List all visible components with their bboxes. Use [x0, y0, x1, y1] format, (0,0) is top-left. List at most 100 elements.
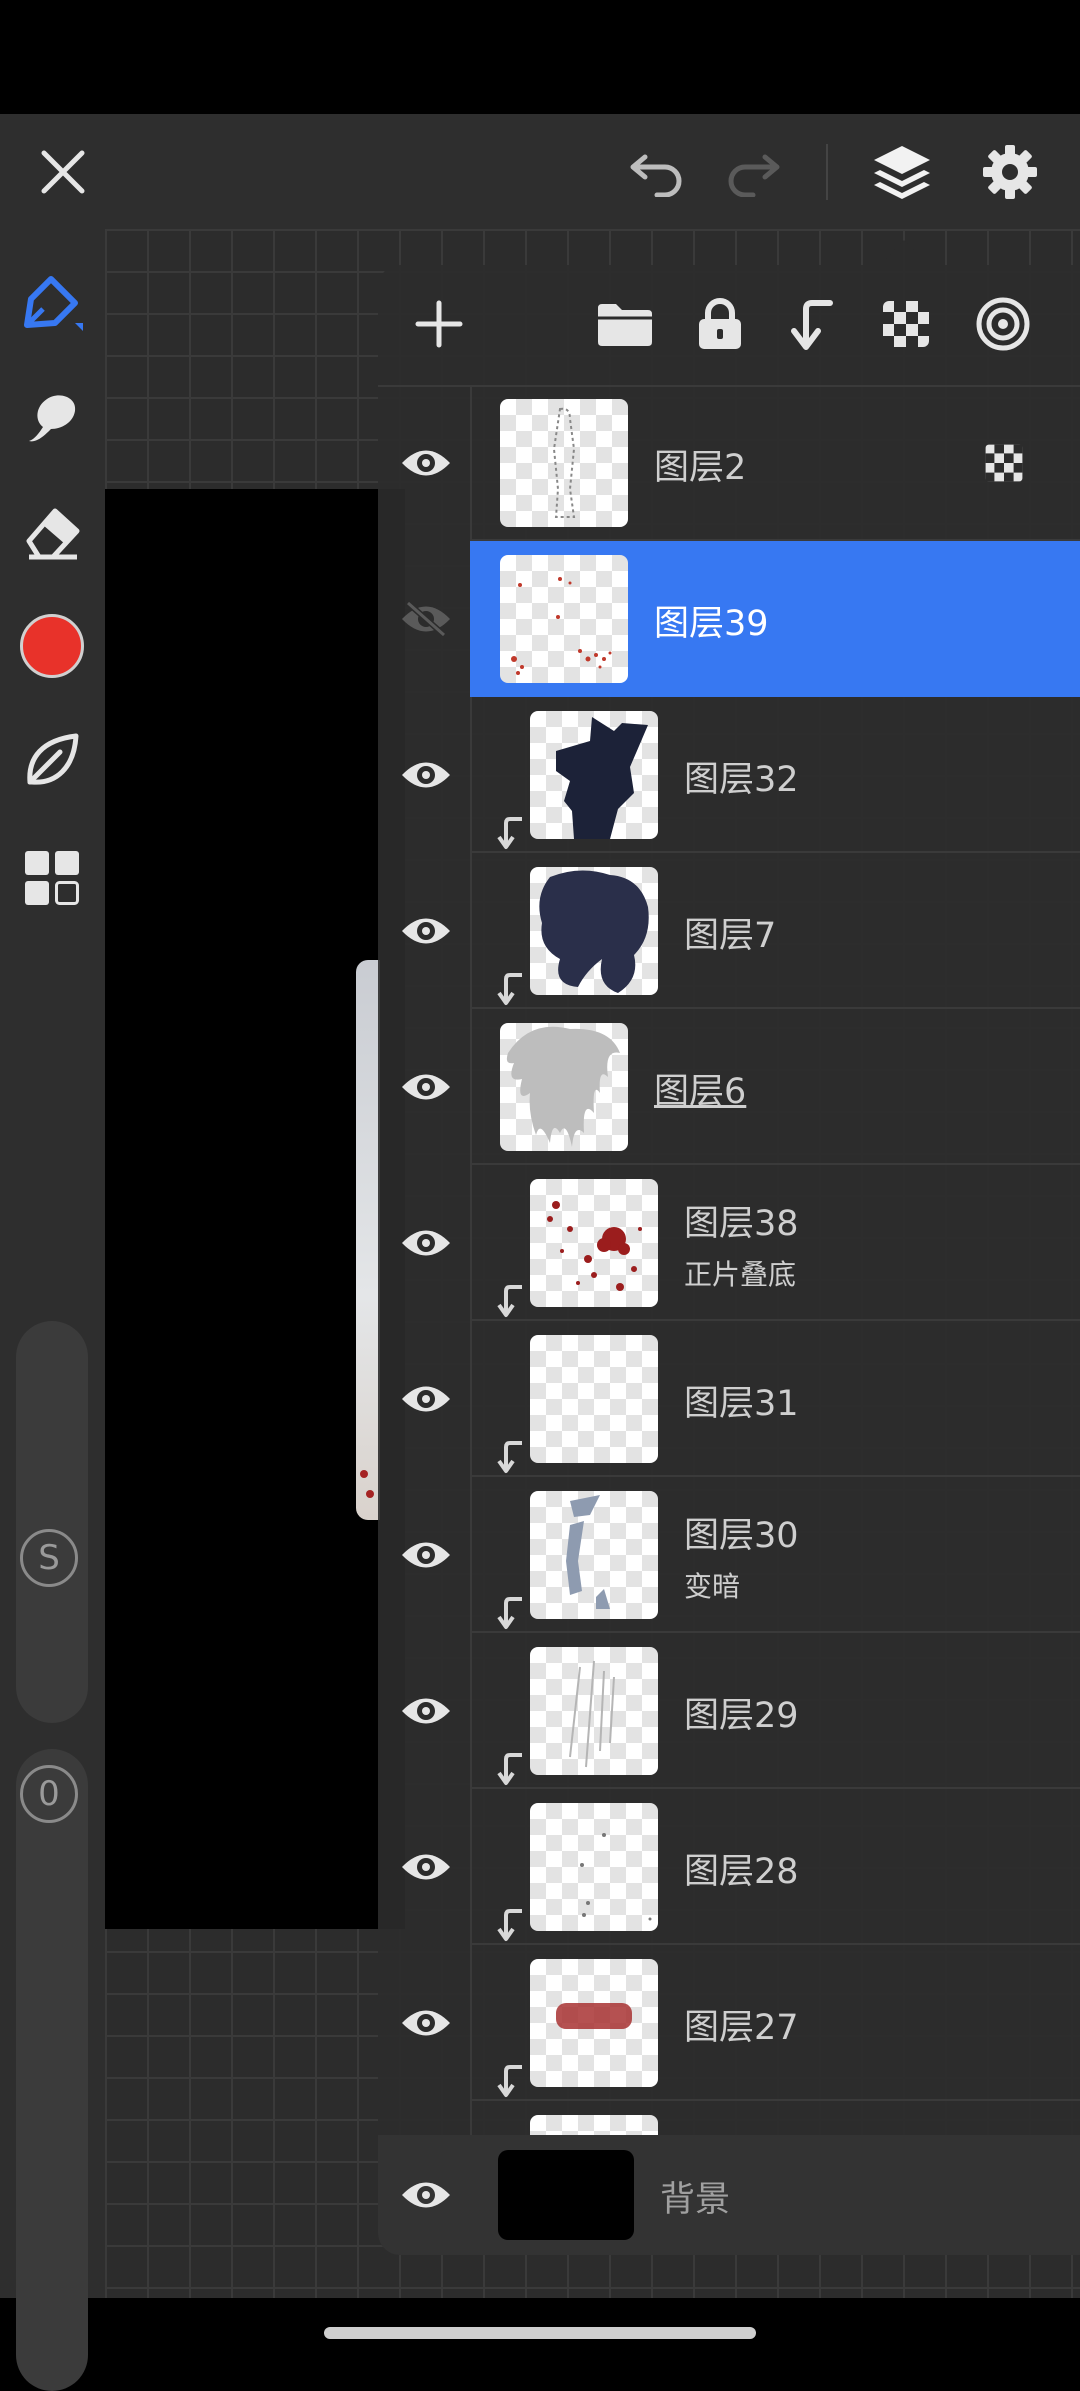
- layer-thumbnail-art: [556, 2003, 632, 2029]
- visibility-toggle[interactable]: [396, 903, 456, 959]
- close-button[interactable]: [20, 114, 106, 229]
- layer-row-partial[interactable]: [378, 2101, 1080, 2135]
- layer-row[interactable]: 图层30 变暗: [378, 1477, 1080, 1633]
- layer-row-body[interactable]: 图层38 正片叠底: [470, 1165, 1080, 1321]
- layer-thumbnail[interactable]: [530, 1335, 658, 1463]
- eye-icon: [402, 1074, 450, 1100]
- visibility-column: [378, 853, 472, 1009]
- layer-row-body[interactable]: [470, 2101, 1080, 2135]
- layer-thumbnail-art: [569, 1660, 615, 1768]
- layer-row[interactable]: 图层7: [378, 853, 1080, 1009]
- clip-indicator-icon: [497, 1909, 522, 1941]
- layers-icon: [874, 145, 930, 199]
- layer-row[interactable]: 图层38 正片叠底: [378, 1165, 1080, 1321]
- brush-tool-button[interactable]: [13, 265, 91, 343]
- visibility-toggle[interactable]: [396, 1839, 456, 1895]
- visibility-column: [378, 541, 472, 697]
- settings-button[interactable]: [970, 114, 1050, 229]
- lock-layer-button[interactable]: [685, 289, 755, 359]
- lock-icon: [699, 298, 741, 349]
- visibility-toggle[interactable]: [396, 591, 456, 647]
- undo-button[interactable]: [620, 114, 694, 229]
- eye-icon: [402, 1542, 450, 1568]
- layer-row[interactable]: 图层27: [378, 1945, 1080, 2101]
- eye-icon: [402, 450, 450, 476]
- leaf-tool-button[interactable]: [13, 721, 91, 799]
- smudge-tool-button[interactable]: [13, 379, 91, 457]
- close-icon: [41, 150, 85, 193]
- gallery-tool-button[interactable]: [13, 839, 91, 917]
- layer-name: 图层27: [684, 2008, 799, 2048]
- visibility-toggle[interactable]: [396, 2167, 456, 2223]
- layer-row[interactable]: 图层6: [378, 1009, 1080, 1165]
- visibility-column: [378, 385, 472, 541]
- undo-icon: [630, 154, 682, 197]
- layer-thumbnail-art: [552, 407, 576, 518]
- visibility-toggle[interactable]: [396, 1683, 456, 1739]
- alpha-lock-button[interactable]: [871, 289, 941, 359]
- layer-row[interactable]: 图层39: [378, 541, 1080, 697]
- visibility-toggle[interactable]: [396, 1215, 456, 1271]
- layer-row-body[interactable]: 图层28: [470, 1789, 1080, 1945]
- layer-row-body[interactable]: 图层6: [470, 1009, 1080, 1165]
- layer-row[interactable]: 图层31: [378, 1321, 1080, 1477]
- layer-name: 图层2: [654, 448, 747, 488]
- layer-row[interactable]: 图层32: [378, 697, 1080, 853]
- background-layer-row[interactable]: 背景: [378, 2135, 1080, 2255]
- clipping-mask-button[interactable]: [778, 289, 848, 359]
- layer-thumbnail[interactable]: [530, 1491, 658, 1619]
- layers-panel: 图层2 图层39 图层32 图层7 图层6 图层38 正片叠底 图层31 图层30 变暗 图层29 图…: [378, 265, 1080, 2255]
- layer-row[interactable]: 图层28: [378, 1789, 1080, 1945]
- layer-row[interactable]: 图层29: [378, 1633, 1080, 1789]
- layer-thumbnail[interactable]: [500, 399, 628, 527]
- layer-row-body[interactable]: 图层30 变暗: [470, 1477, 1080, 1633]
- layer-thumbnail[interactable]: [500, 1023, 628, 1151]
- visibility-column: [378, 1009, 472, 1165]
- layer-thumbnail[interactable]: [530, 867, 658, 995]
- brush-size-badge: S: [20, 1529, 78, 1587]
- new-group-button[interactable]: [590, 289, 660, 359]
- layers-list[interactable]: 图层2 图层39 图层32 图层7 图层6 图层38 正片叠底 图层31 图层30 变暗 图层29 图…: [378, 385, 1080, 2135]
- background-color-swatch[interactable]: [498, 2150, 634, 2240]
- brush-size-slider[interactable]: [16, 1321, 88, 1723]
- layer-name: 图层6: [654, 1072, 747, 1112]
- layers-button[interactable]: [862, 114, 942, 229]
- eye-icon: [402, 762, 450, 788]
- visibility-column: [378, 1789, 472, 1945]
- layer-row-body[interactable]: 图层32: [470, 697, 1080, 853]
- visibility-toggle[interactable]: [396, 1995, 456, 2051]
- layer-thumbnail[interactable]: [530, 1803, 658, 1931]
- visibility-toggle[interactable]: [396, 1371, 456, 1427]
- visibility-toggle[interactable]: [396, 1527, 456, 1583]
- clip-indicator-icon: [497, 1597, 522, 1629]
- layer-thumbnail[interactable]: [530, 1179, 658, 1307]
- layer-row-body[interactable]: 图层7: [470, 853, 1080, 1009]
- color-button[interactable]: [13, 607, 91, 685]
- home-indicator[interactable]: [324, 2327, 756, 2339]
- redo-button[interactable]: [716, 114, 790, 229]
- layer-thumbnail[interactable]: [500, 555, 628, 683]
- brush-opacity-slider[interactable]: [16, 1749, 88, 2391]
- layer-thumbnail[interactable]: [530, 711, 658, 839]
- folder-icon: [598, 304, 652, 346]
- add-layer-button[interactable]: [404, 289, 474, 359]
- layer-thumbnail[interactable]: [530, 2115, 658, 2135]
- visibility-toggle[interactable]: [396, 435, 456, 491]
- layer-row-body[interactable]: 图层31: [470, 1321, 1080, 1477]
- visibility-column: [378, 1945, 472, 2101]
- reference-layer-button[interactable]: [968, 289, 1038, 359]
- eraser-tool-button[interactable]: [13, 493, 91, 571]
- checker-icon: [883, 301, 929, 347]
- visibility-toggle[interactable]: [396, 1059, 456, 1115]
- layer-thumbnail[interactable]: [530, 1959, 658, 2087]
- layer-row[interactable]: 图层2: [378, 385, 1080, 541]
- layer-row-body[interactable]: 图层39: [470, 541, 1080, 697]
- layer-name: 图层39: [654, 604, 769, 644]
- layer-thumbnail[interactable]: [530, 1647, 658, 1775]
- layer-row-body[interactable]: 图层27: [470, 1945, 1080, 2101]
- layer-row-body[interactable]: 图层2: [470, 385, 1080, 541]
- layer-row-body[interactable]: 图层29: [470, 1633, 1080, 1789]
- visibility-toggle[interactable]: [396, 747, 456, 803]
- blend-mode-label: 正片叠底: [684, 1258, 797, 1291]
- eye-icon: [402, 1230, 450, 1256]
